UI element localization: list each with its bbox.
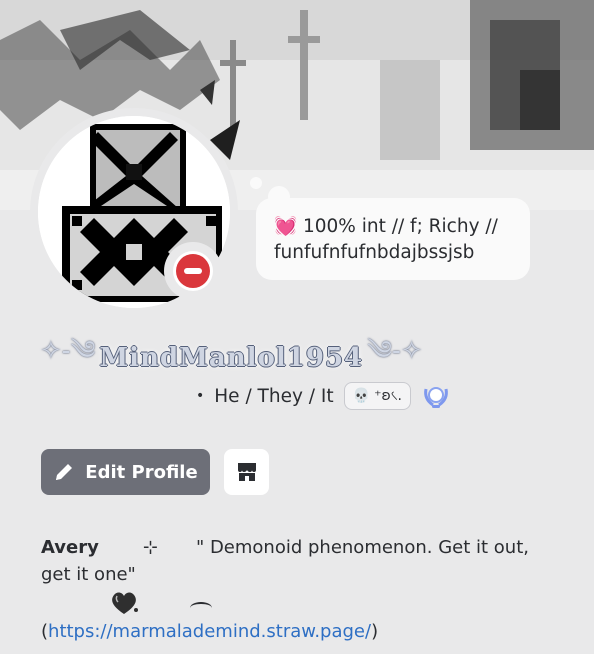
status-bubble-tail-small: [250, 177, 262, 189]
link-close-paren: ): [371, 621, 379, 642]
display-name: MindManlol1954: [99, 343, 364, 373]
status-indicator: [164, 242, 222, 300]
server-tag[interactable]: 💀 ⁺ʚ৻.: [343, 382, 412, 410]
shop-button[interactable]: [224, 449, 269, 495]
arc-decoration: [190, 602, 212, 614]
edit-profile-button[interactable]: Edit Profile: [41, 449, 210, 495]
custom-status-bubble[interactable]: 💓 100% int // f; Richy // funfufnfufnbda…: [256, 198, 530, 280]
edit-profile-label: Edit Profile: [85, 461, 198, 483]
bio-separator: ⊹: [142, 537, 158, 558]
display-name-row: ✧-༄ MindManlol1954 ༄-✧: [40, 336, 423, 378]
bio-name: Avery: [41, 537, 99, 558]
do-not-disturb-icon: [176, 254, 210, 288]
status-badge: [173, 251, 213, 291]
link-open-paren: (: [41, 621, 49, 642]
skull-icon: 💀: [352, 388, 371, 404]
server-tag-text: ⁺ʚ৻.: [374, 388, 403, 404]
bio-link[interactable]: https://marmalademind.straw.page/: [48, 621, 371, 642]
name-left-decoration: ✧-༄: [40, 335, 96, 366]
bio-quote: " Demonoid phenomenon. Get it out, get i…: [41, 537, 529, 585]
laurel-badge-icon[interactable]: [421, 381, 451, 411]
pronouns: He / They / It: [214, 385, 334, 407]
pronouns-row: • He / They / It 💀 ⁺ʚ৻.: [196, 380, 451, 412]
bullet-separator: •: [196, 388, 205, 404]
custom-status-text: 100% int // f; Richy // funfufnfufnbdajb…: [274, 216, 498, 263]
bio-link-line: (https://marmalademind.straw.page/): [41, 618, 378, 645]
custom-status-emoji: 💓: [274, 216, 298, 237]
pencil-icon: [56, 464, 73, 480]
heart-decoration-icon: [112, 592, 138, 614]
bio: Avery ⊹ " Demonoid phenomenon. Get it out,…: [41, 534, 561, 588]
shop-icon: [237, 463, 256, 481]
